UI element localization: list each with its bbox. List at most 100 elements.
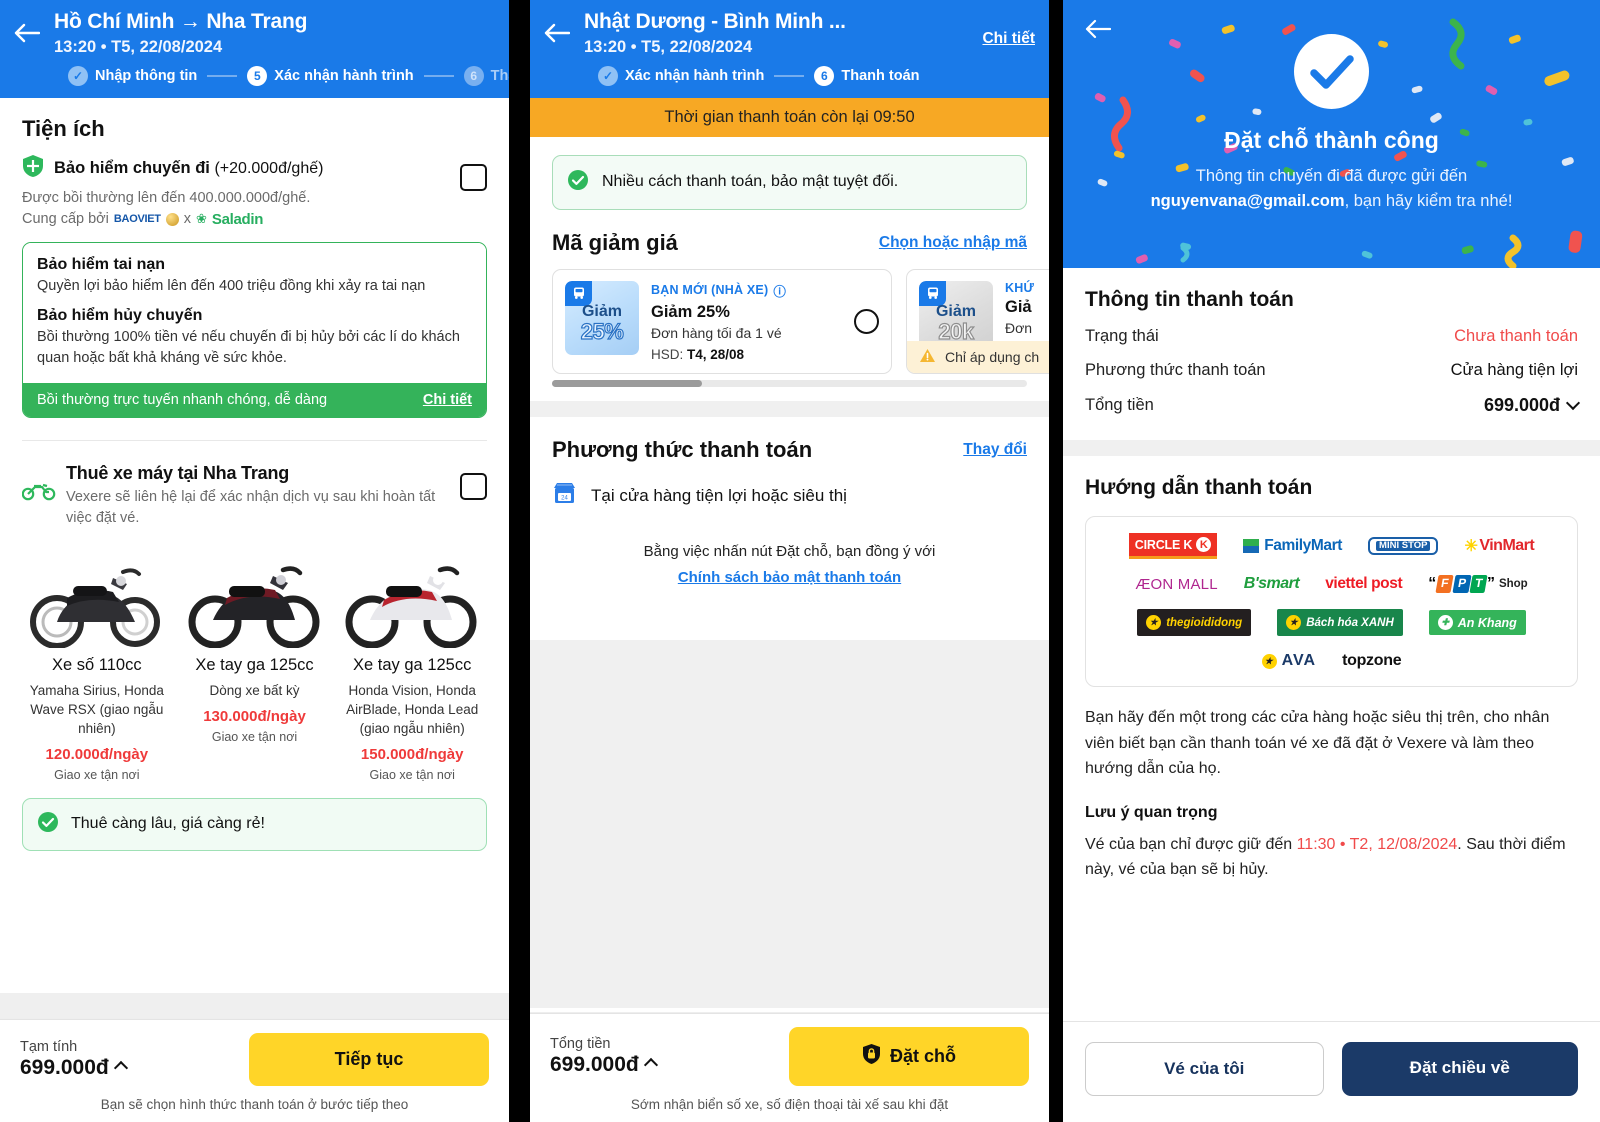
status-badge: Chưa thanh toán	[1454, 327, 1578, 345]
panel3-body: Thông tin thanh toán Trạng thái Chưa tha…	[1063, 268, 1600, 883]
total-amount[interactable]: 699.000đ	[1484, 395, 1581, 416]
continue-button[interactable]: Tiếp tục	[249, 1033, 489, 1086]
info-icon[interactable]: ⓘ	[773, 281, 786, 300]
bike-price: 150.000đ/ngày	[360, 745, 464, 763]
subtotal-note: Bạn sẽ chọn hình thức thanh toán ở bước …	[100, 1097, 409, 1112]
accident-insurance-title: Bảo hiểm tai nạn	[37, 255, 166, 273]
payment-method-title: Phương thức thanh toán	[552, 436, 813, 462]
check-shield-icon	[37, 811, 59, 838]
store-icon: 24	[552, 481, 577, 511]
step-indicator: ✓ Xác nhận hành trình 6 Thanh toán	[544, 65, 1035, 86]
panel1-header: Hồ Chí Minh → Nha Trang 13:20 • T5, 22/0…	[0, 0, 509, 98]
change-payment-link[interactable]: Thay đổi	[963, 441, 1027, 459]
bike-photo-125cc-a	[180, 543, 330, 648]
secure-note-text: Nhiều cách thanh toán, bảo mật tuyệt đối…	[602, 173, 899, 191]
book-return-button[interactable]: Đặt chiều về	[1341, 1042, 1578, 1096]
shield-check-icon	[567, 169, 589, 196]
my-tickets-button[interactable]: Vé của tôi	[1085, 1042, 1324, 1096]
step-divider	[423, 74, 454, 77]
payment-method-row[interactable]: 24 Tại cửa hàng tiện lợi hoặc siêu thị	[552, 481, 1027, 511]
shield-icon	[22, 154, 44, 183]
bike-rental-row: Thuê xe máy tại Nha Trang Vexere sẽ liên…	[21, 441, 487, 529]
trip-insurance-row: Bảo hiểm chuyến đi (+20.000đ/ghế) Được b…	[22, 148, 487, 228]
payment-method-label: Tại cửa hàng tiện lợi hoặc siêu thị	[591, 485, 847, 505]
step-thanh-toan[interactable]: 6 Thanh toán	[814, 65, 920, 86]
accident-insurance-desc: Quyền lợi bảo hiểm lên đến 400 triệu đồn…	[37, 277, 426, 294]
step-thanh-toan[interactable]: 6 Thanh	[463, 65, 509, 86]
coupon-radio[interactable]	[854, 308, 879, 334]
bike-shipping: Giao xe tận nơi	[54, 767, 140, 782]
familymart-logo: FamilyMart	[1243, 537, 1342, 555]
subtotal-label: Tạm tính	[20, 1039, 78, 1055]
panel2-body: Nhiều cách thanh toán, bảo mật tuyệt đối…	[530, 154, 1049, 592]
back-arrow-icon[interactable]	[1085, 18, 1112, 45]
saladin-leaf-icon: ❀	[195, 211, 207, 227]
row-key: Phương thức thanh toán	[1085, 361, 1266, 379]
step-nhap-thong-tin[interactable]: ✓ Nhập thông tin	[68, 65, 197, 86]
bike-shipping: Giao xe tận nơi	[211, 729, 298, 744]
bachhoaxanh-logo: ★ Bách hóa XANH	[1277, 609, 1403, 636]
coupon-card[interactable]: Giảm 20k KHỨ Giả Đơn Chỉ áp dụng ch	[906, 268, 1049, 374]
row-key: Tổng tiền	[1085, 396, 1154, 414]
bike-rental-checkbox[interactable]	[460, 472, 487, 500]
bike-option[interactable]: Xe số 110cc Yamaha Sirius, Honda Wave RS…	[22, 543, 172, 782]
subtotal-amount[interactable]: 699.000đ	[20, 1056, 128, 1080]
store-logo-row: ★ AVA topzone	[1098, 652, 1565, 670]
trip-insurance-desc: Được bồi thường lên đến 400.000.000đ/ghế…	[22, 189, 311, 206]
fptshop-logo: F P T Shop	[1428, 575, 1528, 593]
bike-photo-110cc	[22, 543, 172, 648]
privacy-policy-link[interactable]: Chính sách bảo mật thanh toán	[678, 569, 901, 586]
bike-models: Yamaha Sirius, Honda Wave RSX (giao ngẫu…	[29, 682, 164, 736]
bike-models: Honda Vision, Honda AirBlade, Honda Lead…	[346, 682, 479, 736]
coupon-title: Giả	[1005, 297, 1032, 316]
step-xac-nhan-hanh-trinh[interactable]: 5 Xác nhận hành trình	[247, 65, 414, 86]
coupon-sub: Đơn	[1005, 319, 1033, 336]
step-label: Xác nhận hành trình	[274, 67, 414, 84]
insurance-details-link[interactable]: Chi tiết	[423, 392, 472, 408]
thegioididong-logo: ★ thegioididong	[1137, 609, 1252, 636]
row-key: Trạng thái	[1085, 327, 1159, 345]
coupon-card[interactable]: Giảm 25% BẠN MỚI (NHÀ XE) ⓘ Giảm 25% Đơn…	[552, 268, 892, 374]
success-message-line2: , bạn hãy kiểm tra nhé!	[1344, 191, 1513, 210]
bike-shipping: Giao xe tận nơi	[369, 767, 455, 782]
coupon-warning-text: Chỉ áp dụng ch	[945, 348, 1040, 365]
trip-insurance-checkbox[interactable]	[460, 163, 487, 191]
back-arrow-icon[interactable]	[14, 10, 54, 44]
coupon-scrollbar[interactable]	[552, 379, 1027, 387]
payment-countdown-banner: Thời gian thanh toán còn lại 09:50	[530, 97, 1049, 137]
payment-info-row[interactable]: Tổng tiền 699.000đ	[1085, 395, 1581, 416]
step-label: Thanh toán	[841, 67, 920, 84]
step-label: Xác nhận hành trình	[625, 67, 765, 84]
step-bullet-check-icon: ✓	[68, 65, 88, 86]
trip-datetime: 13:20 • T5, 22/08/2024	[584, 37, 753, 56]
success-email: nguyenvana@gmail.com	[1150, 191, 1345, 210]
choose-promo-link[interactable]: Chọn hoặc nhập mã	[879, 234, 1027, 252]
baoviet-coin-icon	[165, 212, 179, 226]
bike-rental-hint: Thuê càng lâu, giá càng rẻ!	[22, 797, 487, 851]
promo-title: Mã giảm giá	[552, 229, 678, 255]
coupon-tag: KHỨ	[1005, 280, 1035, 295]
bike-option[interactable]: Xe tay ga 125cc Honda Vision, Honda AirB…	[337, 543, 487, 782]
agreement-prefix: Bằng việc nhấn nút Đặt chỗ, bạn đồng ý v…	[643, 542, 936, 560]
bike-option[interactable]: Xe tay ga 125cc Dòng xe bất kỳ 130.000đ/…	[180, 543, 330, 782]
panel1-bottom-bar: Tạm tính 699.000đ Tiếp tục Bạn sẽ chọn h…	[0, 993, 509, 1122]
coupon-img-line2: 25%	[580, 318, 624, 344]
step-xac-nhan-hanh-trinh[interactable]: ✓ Xác nhận hành trình	[598, 65, 765, 86]
back-arrow-icon[interactable]	[544, 10, 584, 44]
total-amount[interactable]: 699.000đ	[550, 1053, 658, 1077]
trip-details-link[interactable]: Chi tiết	[982, 10, 1035, 48]
provider-separator: x	[183, 211, 191, 228]
coupon-title: Giảm 25%	[651, 302, 730, 321]
trip-insurance-title: Bảo hiểm chuyến đi (+20.000đ/ghế)	[54, 158, 324, 177]
baoviet-logo: BAOVIET	[113, 213, 161, 226]
row-value: Cửa hàng tiện lợi	[1450, 361, 1578, 379]
bike-options-list: Xe số 110cc Yamaha Sirius, Honda Wave RS…	[22, 543, 487, 782]
store-logo-row: ÆON MALL B'smart viettel post F P T Shop	[1098, 575, 1565, 593]
panel3-bottom-bar: Vé của tôi Đặt chiều về	[1063, 1021, 1600, 1122]
payment-method-header: Phương thức thanh toán Thay đổi	[552, 437, 1027, 463]
bike-price: 120.000đ/ngày	[45, 745, 149, 763]
book-button[interactable]: Đặt chỗ	[789, 1027, 1029, 1086]
ministop-logo: MINI STOP	[1368, 537, 1439, 555]
panel-trip-addons: Hồ Chí Minh → Nha Trang 13:20 • T5, 22/0…	[0, 0, 509, 1122]
ava-logo: ★ AVA	[1261, 652, 1316, 670]
